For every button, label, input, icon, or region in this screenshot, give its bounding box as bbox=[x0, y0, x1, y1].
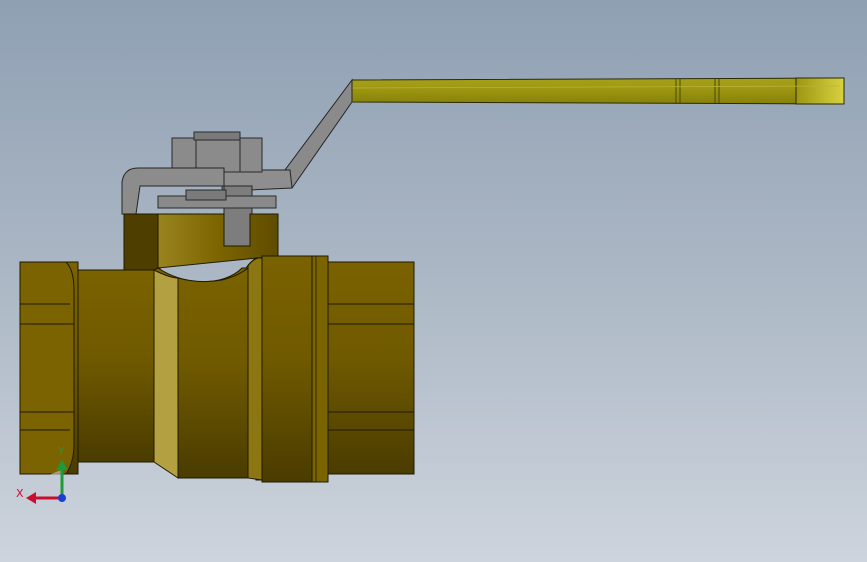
z-axis-dot-icon bbox=[58, 494, 66, 502]
x-axis-arrow-icon bbox=[26, 492, 36, 504]
cad-viewport[interactable]: Y X bbox=[0, 0, 867, 562]
right-end-fitting bbox=[327, 261, 415, 475]
y-axis-label: Y bbox=[57, 445, 65, 458]
valve-body bbox=[77, 255, 329, 483]
x-axis-label: X bbox=[16, 487, 24, 500]
ball-valve-model[interactable]: Y X bbox=[0, 0, 867, 562]
lever-handle[interactable] bbox=[351, 77, 845, 105]
left-end-fitting bbox=[19, 261, 79, 475]
